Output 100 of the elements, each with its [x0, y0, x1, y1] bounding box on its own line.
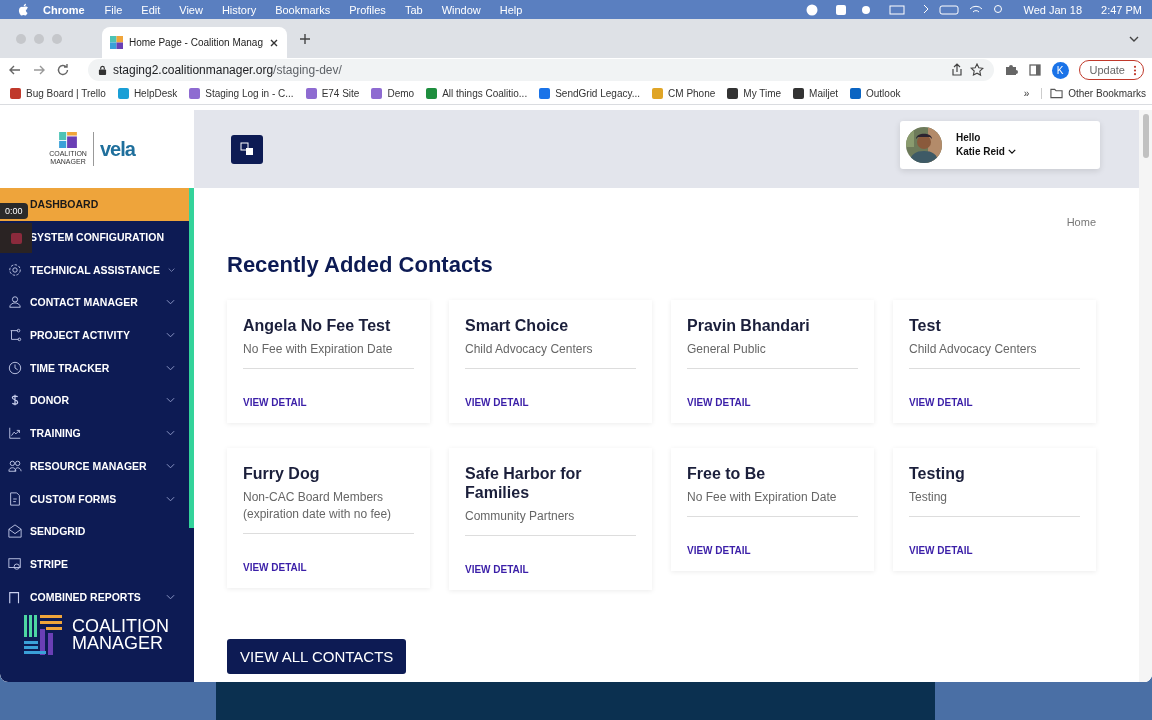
view-all-contacts-button[interactable]: VIEW ALL CONTACTS	[227, 639, 407, 674]
chevron-down-icon	[166, 332, 175, 339]
folder-icon	[1050, 87, 1064, 99]
bookmark[interactable]: Bug Board | Trello	[10, 87, 106, 99]
contact-category: Testing	[909, 489, 1080, 517]
menu-item[interactable]: View	[179, 3, 203, 16]
bookmark[interactable]: HelpDesk	[117, 87, 178, 99]
puzzle-icon[interactable]	[1003, 63, 1018, 77]
bookmark[interactable]: Staging Log in - C...	[189, 87, 294, 99]
nav-item[interactable]: STRIPE	[0, 547, 189, 581]
nav-item[interactable]: TRAINING	[0, 416, 189, 450]
nav-icon	[8, 589, 22, 604]
reload-icon[interactable]	[56, 63, 70, 77]
close-icon[interactable]	[268, 37, 279, 48]
user-name: Katie Reid	[956, 146, 1016, 157]
contact-name: Smart Choice	[465, 316, 570, 335]
contact-category: Child Advocacy Centers	[909, 341, 1080, 369]
view-detail-link[interactable]: VIEW DETAIL	[243, 562, 307, 573]
app-menu[interactable]: Chrome	[43, 3, 85, 16]
nav-icon	[8, 458, 22, 473]
view-detail-link[interactable]: VIEW DETAIL	[909, 545, 973, 556]
contact-name: Pravin Bhandari	[687, 316, 811, 335]
chevron-down-icon	[166, 299, 175, 306]
side-panel-icon[interactable]	[1027, 63, 1042, 77]
chevron-down-icon	[1007, 149, 1016, 154]
bookmark[interactable]: Demo	[371, 87, 415, 99]
menu-item[interactable]: Bookmarks	[275, 3, 331, 16]
url-host: staging2.coalitionmanager.org	[113, 63, 274, 77]
menu-item[interactable]: File	[104, 3, 123, 16]
lock-icon	[98, 64, 107, 76]
nav-item[interactable]: COMBINED REPORTS	[0, 580, 189, 613]
nav-item[interactable]: RESOURCE MANAGER	[0, 449, 189, 483]
menu-item[interactable]: Window	[441, 3, 481, 16]
bookmark[interactable]: CM Phone	[652, 87, 716, 99]
address-bar[interactable]: staging2.coalitionmanager.org/staging-dev/	[88, 59, 994, 81]
bookmark[interactable]: E74 Site	[305, 87, 360, 99]
more-icon[interactable]	[1133, 64, 1137, 76]
chevron-down-icon	[166, 430, 175, 437]
nav-icon	[8, 426, 22, 441]
view-detail-link[interactable]: VIEW DETAIL	[687, 545, 751, 556]
translate-icon	[240, 142, 254, 156]
menu-item[interactable]: Edit	[141, 3, 161, 16]
share-icon[interactable]	[949, 63, 964, 77]
apple-icon[interactable]	[18, 3, 29, 16]
page-title: Recently Added Contacts	[227, 252, 494, 278]
menu-item[interactable]: History	[221, 3, 257, 16]
greeting: Hello	[956, 132, 982, 143]
forward-icon[interactable]	[32, 63, 46, 77]
clock-date[interactable]: Wed Jan 18	[1023, 3, 1083, 16]
nav-icon	[8, 491, 22, 506]
menu-item[interactable]: Help	[499, 3, 523, 16]
user-menu[interactable]: Hello Katie Reid	[900, 120, 1100, 169]
view-detail-link[interactable]: VIEW DETAIL	[465, 397, 529, 408]
menu-item[interactable]: Tab	[404, 3, 423, 16]
browser-tab[interactable]: Home Page - Coalition Manag	[102, 27, 287, 58]
chevron-down-icon	[166, 397, 175, 404]
nav-item[interactable]: DONOR	[0, 384, 189, 417]
menu-item[interactable]: Profiles	[349, 3, 386, 16]
bookmark[interactable]: All things Coalitio...	[426, 87, 528, 99]
nav-icon	[8, 524, 22, 539]
contact-category: Community Partners	[465, 508, 636, 536]
translate-button[interactable]	[231, 134, 263, 164]
view-detail-link[interactable]: VIEW DETAIL	[909, 397, 973, 408]
clock-time[interactable]: 2:47 PM	[1101, 3, 1142, 16]
nav-item[interactable]: SENDGRID	[0, 514, 189, 548]
chevron-down-icon	[166, 495, 175, 502]
contact-name: Safe Harbor for Families	[465, 464, 583, 502]
bookmark[interactable]: SendGrid Legacy...	[539, 87, 641, 99]
url-path: /staging-dev/	[273, 63, 342, 77]
contact-name: Angela No Fee Test	[243, 316, 392, 335]
chevron-down-icon	[166, 593, 175, 600]
more-bookmarks[interactable]: »	[1023, 87, 1030, 99]
contact-name: Testing	[909, 464, 966, 483]
tab-title: Home Page - Coalition Manag	[129, 37, 263, 48]
star-icon[interactable]	[969, 63, 984, 77]
contact-name: Free to Be	[687, 464, 767, 483]
contact-category: Non-CAC Board Members (expiration date with no fee)	[243, 489, 414, 534]
new-tab-icon[interactable]	[298, 32, 311, 45]
nav-icon	[8, 556, 22, 571]
profile-avatar[interactable]: K	[1051, 61, 1069, 79]
view-detail-link[interactable]: VIEW DETAIL	[687, 397, 751, 408]
bookmark[interactable]: My Time	[727, 87, 782, 99]
nav-item[interactable]: CUSTOM FORMS	[0, 482, 189, 515]
bookmark-folder[interactable]: Other Bookmarks	[1041, 87, 1146, 99]
contact-name: Furry Dog	[243, 464, 321, 483]
footer-logo: COALITION MANAGER	[0, 612, 194, 655]
nav-item[interactable]: TIME TRACKER	[0, 351, 189, 385]
back-icon[interactable]	[8, 63, 22, 77]
nav-icon	[8, 360, 22, 375]
view-detail-link[interactable]: VIEW DETAIL	[465, 564, 529, 575]
contact-category: Child Advocacy Centers	[465, 341, 636, 369]
breadcrumb[interactable]: Home	[1066, 216, 1096, 228]
bookmark[interactable]: Mailjet	[793, 87, 838, 99]
nav-item[interactable]: CONTACT MANAGER	[0, 286, 189, 319]
nav-item[interactable]: TECHNICAL ASSISTANCE	[0, 253, 189, 287]
view-detail-link[interactable]: VIEW DETAIL	[243, 397, 307, 408]
nav-item[interactable]: PROJECT ACTIVITY	[0, 318, 189, 352]
update-button[interactable]: Update	[1078, 60, 1144, 80]
chevron-down-icon	[167, 266, 175, 273]
bookmark[interactable]: Outlook	[850, 87, 901, 99]
